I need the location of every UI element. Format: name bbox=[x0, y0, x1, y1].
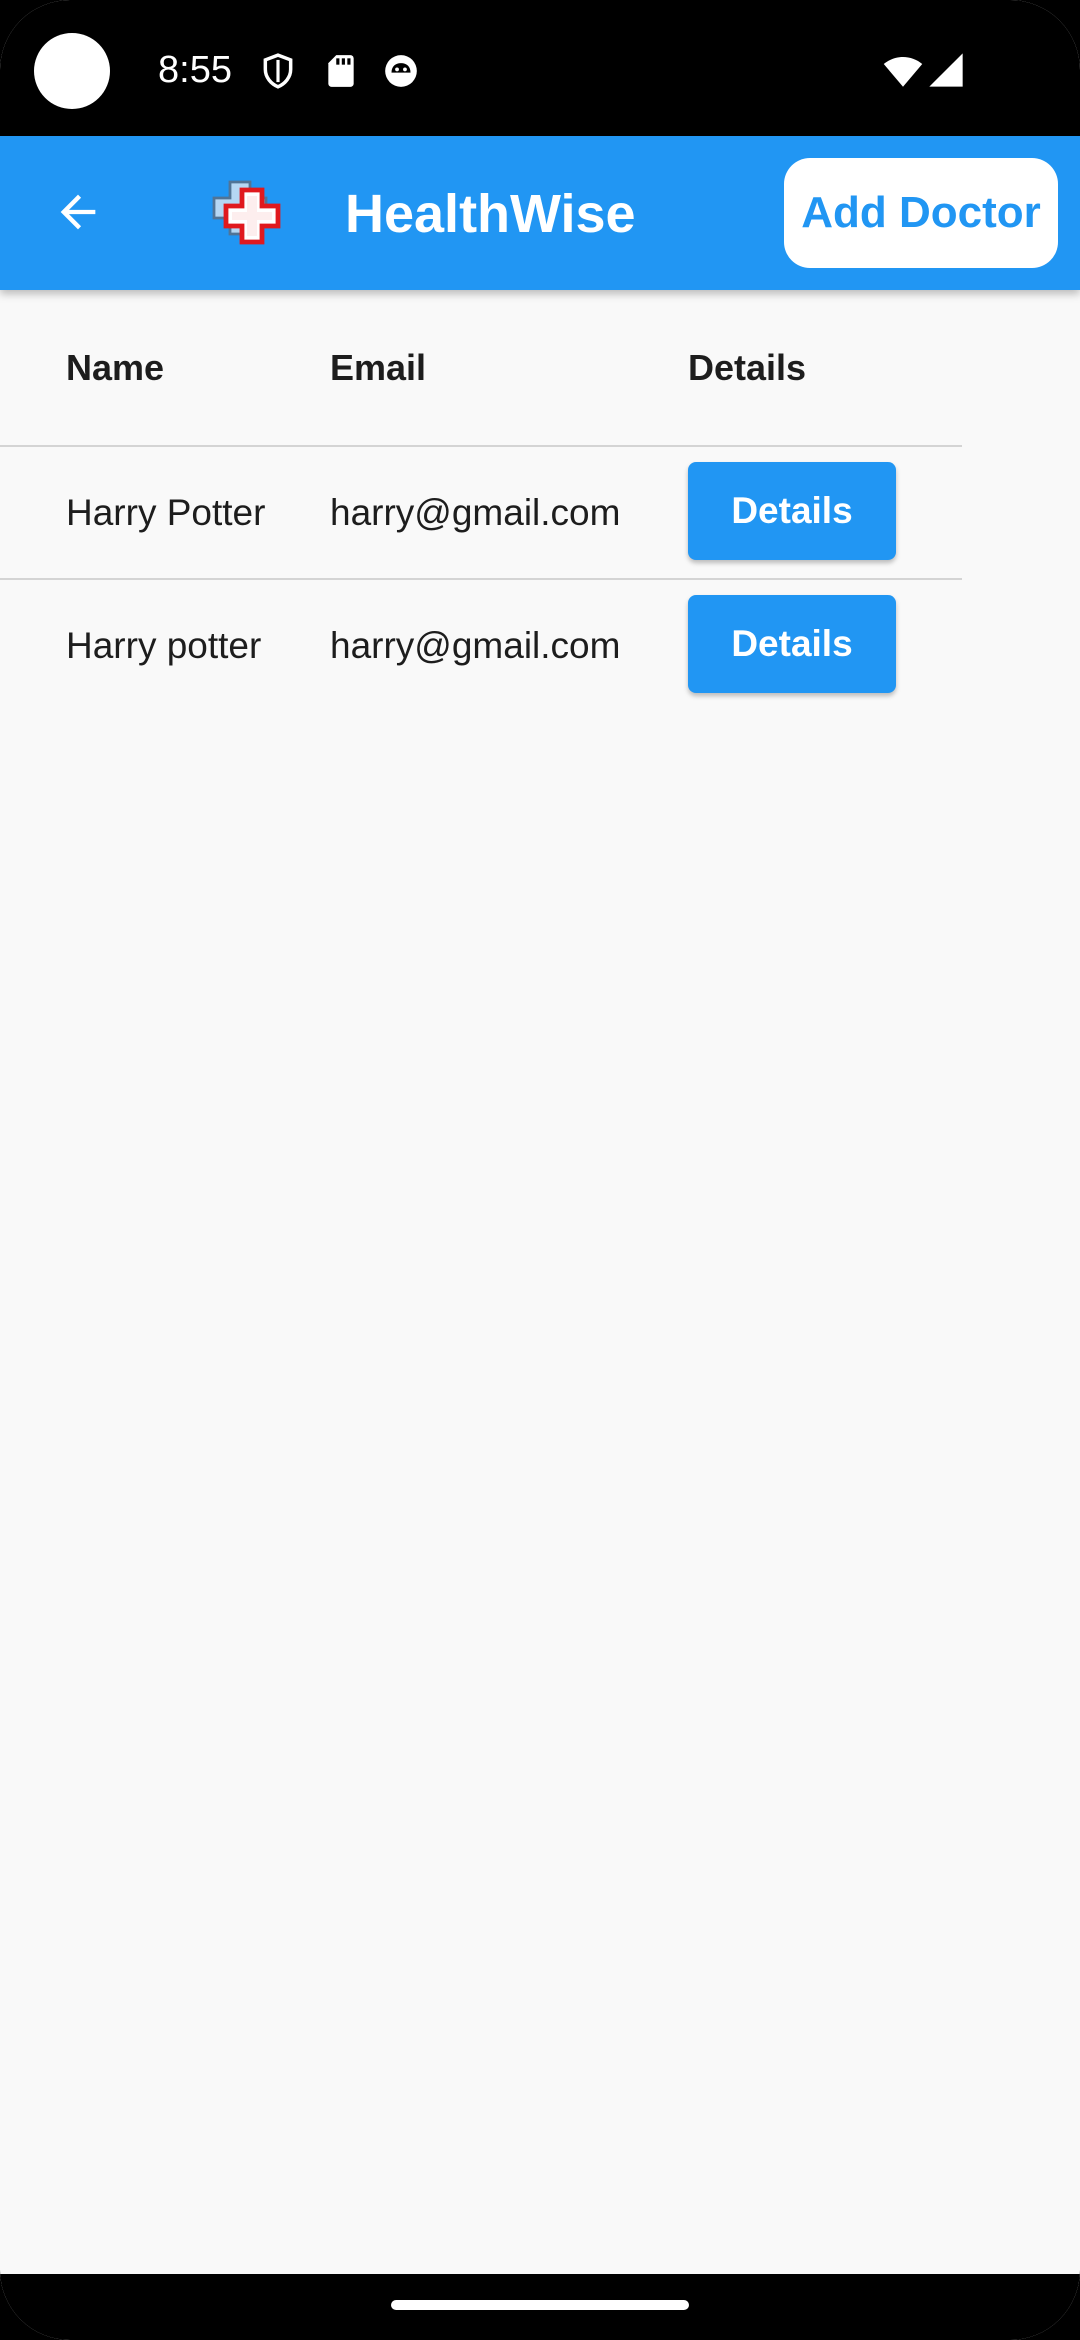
notification-face-icon bbox=[382, 52, 420, 90]
doctor-name-cell: Harry potter bbox=[66, 625, 262, 666]
doctor-email-cell: harry@gmail.com bbox=[330, 492, 621, 533]
medical-cross-logo bbox=[204, 170, 292, 258]
column-header-email: Email bbox=[330, 347, 427, 388]
phone-screen: 8:55 HealthWise Add Doctor Name Email De… bbox=[0, 0, 1080, 2340]
details-button[interactable]: Details bbox=[688, 595, 896, 693]
doctor-name-cell: Harry Potter bbox=[66, 492, 266, 533]
status-time: 8:55 bbox=[158, 49, 232, 91]
doctors-table: Name Email Details Harry Potter harry@gm… bbox=[0, 290, 962, 711]
status-bar: 8:55 bbox=[0, 0, 1080, 136]
camera-cutout bbox=[34, 33, 110, 109]
table-row: Harry Potter harry@gmail.com Details bbox=[0, 447, 962, 580]
doctor-email-cell: harry@gmail.com bbox=[330, 625, 621, 666]
details-button[interactable]: Details bbox=[688, 462, 896, 560]
arrow-back-icon bbox=[60, 194, 96, 230]
home-indicator[interactable] bbox=[391, 2300, 689, 2310]
shield-icon bbox=[259, 52, 297, 90]
app-bar: HealthWise Add Doctor bbox=[0, 136, 1080, 290]
wifi-icon bbox=[882, 50, 924, 92]
column-header-name: Name bbox=[66, 347, 165, 388]
table-header: Name Email Details bbox=[0, 290, 962, 447]
add-doctor-button[interactable]: Add Doctor bbox=[784, 158, 1058, 268]
app-title: HealthWise bbox=[345, 184, 636, 244]
sd-card-icon bbox=[322, 52, 360, 90]
table-row: Harry potter harry@gmail.com Details bbox=[0, 580, 962, 711]
column-header-details: Details bbox=[688, 347, 807, 388]
navigation-bar bbox=[0, 2274, 1080, 2340]
cellular-signal-icon bbox=[926, 50, 966, 90]
back-button[interactable] bbox=[38, 172, 118, 252]
